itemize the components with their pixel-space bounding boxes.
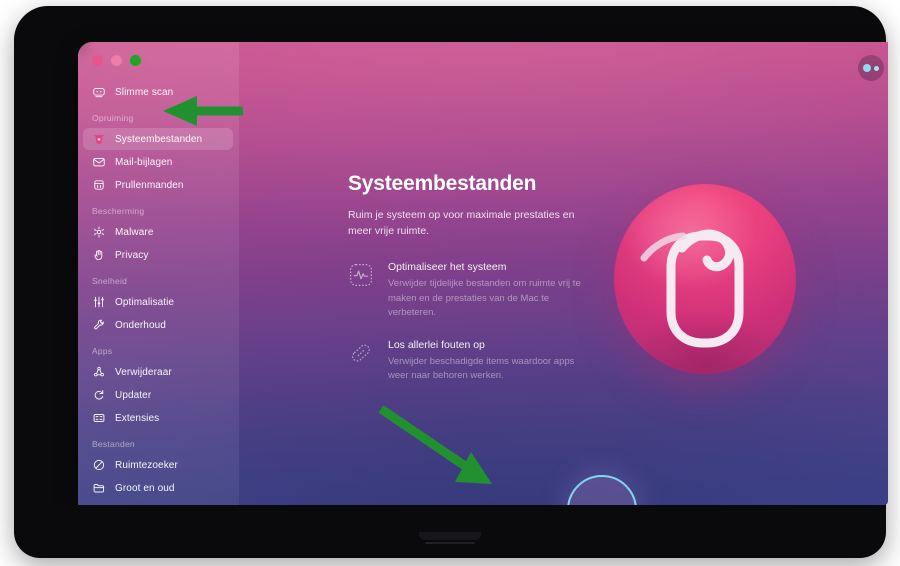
scan-button-label: Scan bbox=[589, 504, 615, 505]
scan-button[interactable]: Scan bbox=[567, 475, 637, 505]
feature-text: Los allerlei fouten op Verwijder beschad… bbox=[388, 339, 593, 384]
avatar-eye-small-icon bbox=[874, 65, 879, 71]
sidebar-item-updater[interactable]: Updater bbox=[83, 384, 233, 406]
sidebar-section-label-snelheid: Snelheid bbox=[92, 276, 128, 286]
extensions-icon bbox=[92, 411, 106, 425]
page-subtitle: Ruim je systeem op voor maximale prestat… bbox=[348, 209, 575, 237]
mail-attachments-icon bbox=[92, 155, 106, 169]
maximize-button[interactable] bbox=[130, 55, 141, 66]
sidebar-item-label: Optimalisatie bbox=[115, 296, 175, 308]
maintenance-wrench-icon bbox=[92, 318, 106, 332]
content-block: Systeembestanden Ruim je systeem op voor… bbox=[348, 172, 608, 402]
sidebar-item-label: Malware bbox=[115, 226, 154, 238]
pill-fix-errors-icon bbox=[348, 340, 374, 366]
sidebar: Slimme scan Opruiming Systeembestanden M… bbox=[78, 42, 239, 505]
sidebar-item-privacy[interactable]: Privacy bbox=[83, 244, 233, 266]
page-title: Systeembestanden bbox=[348, 172, 537, 195]
sidebar-item-optimalisatie[interactable]: Optimalisatie bbox=[83, 291, 233, 313]
sidebar-item-slimme-scan[interactable]: Slimme scan bbox=[83, 81, 233, 103]
sidebar-section-label-bescherming: Bescherming bbox=[92, 206, 145, 216]
uninstaller-icon bbox=[92, 365, 106, 379]
window-traffic-lights bbox=[92, 55, 141, 66]
sidebar-item-label: Groot en oud bbox=[115, 482, 175, 494]
sidebar-item-verwijderaar[interactable]: Verwijderaar bbox=[83, 361, 233, 383]
device-screen: Slimme scan Opruiming Systeembestanden M… bbox=[40, 20, 888, 505]
sidebar-item-label: Ruimtezoeker bbox=[115, 459, 178, 471]
screenshot-root: Slimme scan Opruiming Systeembestanden M… bbox=[0, 0, 900, 566]
sidebar-item-label: Mail-bijlagen bbox=[115, 156, 173, 168]
minimize-button[interactable] bbox=[111, 55, 122, 66]
sidebar-item-systeembestanden[interactable]: Systeembestanden bbox=[83, 128, 233, 150]
sidebar-item-label: Slimme scan bbox=[115, 86, 174, 98]
close-button[interactable] bbox=[92, 55, 103, 66]
large-old-files-folder-icon bbox=[92, 481, 106, 495]
feature-title: Optimaliseer het systeem bbox=[388, 261, 507, 273]
sidebar-item-mail-bijlagen[interactable]: Mail-bijlagen bbox=[83, 151, 233, 173]
privacy-hand-icon bbox=[92, 248, 106, 262]
device-frame: Slimme scan Opruiming Systeembestanden M… bbox=[14, 6, 888, 558]
shredder-icon bbox=[92, 504, 106, 505]
sidebar-item-label: Onderhoud bbox=[115, 319, 166, 331]
sidebar-item-versnipperaar[interactable]: Versnipperaar bbox=[83, 500, 233, 505]
optimization-sliders-icon bbox=[92, 295, 106, 309]
malware-icon bbox=[92, 225, 106, 239]
device-stand-notch bbox=[419, 532, 481, 544]
app-window: Slimme scan Opruiming Systeembestanden M… bbox=[78, 42, 888, 505]
space-lens-icon bbox=[92, 458, 106, 472]
sidebar-item-label: Verwijderaar bbox=[115, 366, 172, 378]
sidebar-section-label-bestanden: Bestanden bbox=[92, 439, 135, 449]
sidebar-section-label-apps: Apps bbox=[92, 346, 113, 356]
sidebar-item-ruimtezoeker[interactable]: Ruimtezoeker bbox=[83, 454, 233, 476]
sidebar-item-label: Prullenmanden bbox=[115, 179, 184, 191]
sidebar-item-extensies[interactable]: Extensies bbox=[83, 407, 233, 429]
sidebar-item-prullenmanden[interactable]: Prullenmanden bbox=[83, 174, 233, 196]
account-avatar-button[interactable] bbox=[858, 55, 884, 81]
logo-swirl-glyph bbox=[614, 184, 796, 374]
system-performance-icon bbox=[348, 262, 374, 288]
sidebar-item-label: Privacy bbox=[115, 249, 149, 261]
system-junk-icon bbox=[92, 132, 106, 146]
feature-text: Optimaliseer het systeem Verwijder tijde… bbox=[388, 261, 593, 321]
sidebar-item-label: Extensies bbox=[115, 412, 160, 424]
main-content: Systeembestanden Ruim je systeem op voor… bbox=[239, 42, 888, 505]
sidebar-item-groot-en-oud[interactable]: Groot en oud bbox=[83, 477, 233, 499]
avatar-eye-large-icon bbox=[863, 64, 871, 72]
sidebar-item-onderhoud[interactable]: Onderhoud bbox=[83, 314, 233, 336]
updater-icon bbox=[92, 388, 106, 402]
cleanmymac-sphere-logo bbox=[614, 184, 796, 374]
trash-bins-icon bbox=[92, 178, 106, 192]
sidebar-section-label-opruiming: Opruiming bbox=[92, 113, 134, 123]
sidebar-item-label: Systeembestanden bbox=[115, 133, 203, 145]
sidebar-item-malware[interactable]: Malware bbox=[83, 221, 233, 243]
feature-title: Los allerlei fouten op bbox=[388, 338, 485, 351]
sidebar-item-label: Updater bbox=[115, 389, 152, 401]
feature-description: Verwijder tijdelijke bestanden om ruimte… bbox=[388, 278, 581, 318]
feature-description: Verwijder beschadigde items waardoor app… bbox=[388, 355, 575, 382]
feature-item: Los allerlei fouten op Verwijder beschad… bbox=[348, 339, 608, 384]
feature-item: Optimaliseer het systeem Verwijder tijde… bbox=[348, 261, 608, 321]
smart-scan-icon bbox=[92, 85, 106, 99]
